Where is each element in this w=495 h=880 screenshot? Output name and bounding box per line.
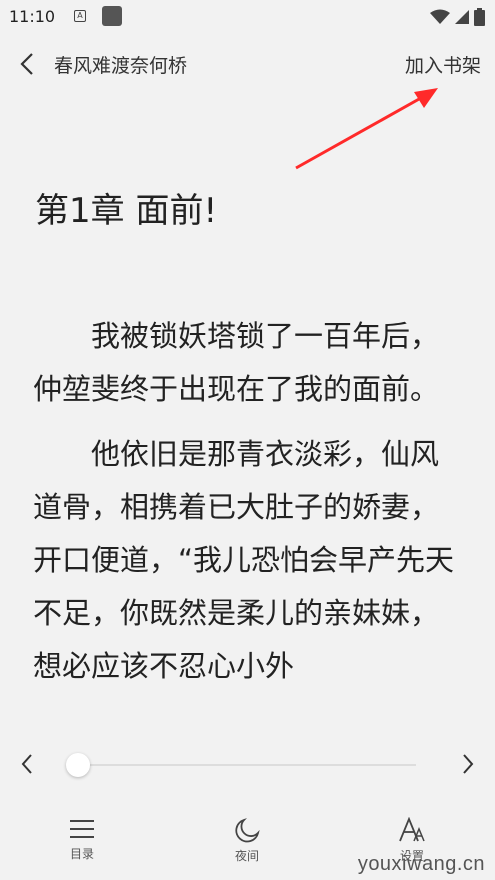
tab-toc-label: 目录 [69, 847, 94, 861]
chapter-content: 我被锁妖塔锁了一百年后，仲堃斐终于出现在了我的面前。 他依旧是那青衣淡彩，仙风道… [33, 310, 463, 720]
tab-night-mode[interactable]: 夜间 [212, 805, 282, 864]
next-chapter-icon[interactable] [453, 750, 481, 778]
app-notification-icon [102, 6, 122, 26]
progress-slider-thumb[interactable] [66, 753, 90, 777]
book-title: 春风难渡奈何桥 [54, 55, 188, 77]
chapter-progress-row [0, 740, 495, 790]
chapter-title: 第1章 面前! [35, 190, 218, 231]
progress-slider-track[interactable] [78, 764, 416, 766]
status-bar: 11:10 A [0, 0, 495, 34]
paragraph: 他依旧是那青衣淡彩，仙风道骨，相携着已大肚子的娇妻，开口便道，“我儿恐怕会早产先… [33, 437, 455, 683]
font-size-icon [399, 817, 425, 842]
paragraph: 我被锁妖塔锁了一百年后，仲堃斐终于出现在了我的面前。 [33, 319, 440, 406]
wifi-icon [430, 9, 450, 24]
back-arrow-icon[interactable] [14, 50, 42, 78]
moon-icon [235, 818, 260, 843]
a-notification-icon: A [74, 10, 86, 22]
status-icons [430, 7, 485, 27]
previous-chapter-icon[interactable] [14, 750, 42, 778]
menu-list-icon [70, 820, 94, 838]
watermark: youxiwang.cn [357, 853, 485, 875]
reader-top-bar: 春风难渡奈何桥 加入书架 [0, 44, 495, 84]
battery-icon [474, 8, 485, 26]
add-to-shelf-button[interactable]: 加入书架 [405, 51, 481, 78]
tab-night-label: 夜间 [234, 849, 259, 863]
tab-toc[interactable]: 目录 [47, 805, 117, 862]
annotation-arrow-icon [295, 88, 438, 170]
status-time: 11:10 [9, 7, 56, 26]
cellular-signal-icon [455, 10, 469, 24]
